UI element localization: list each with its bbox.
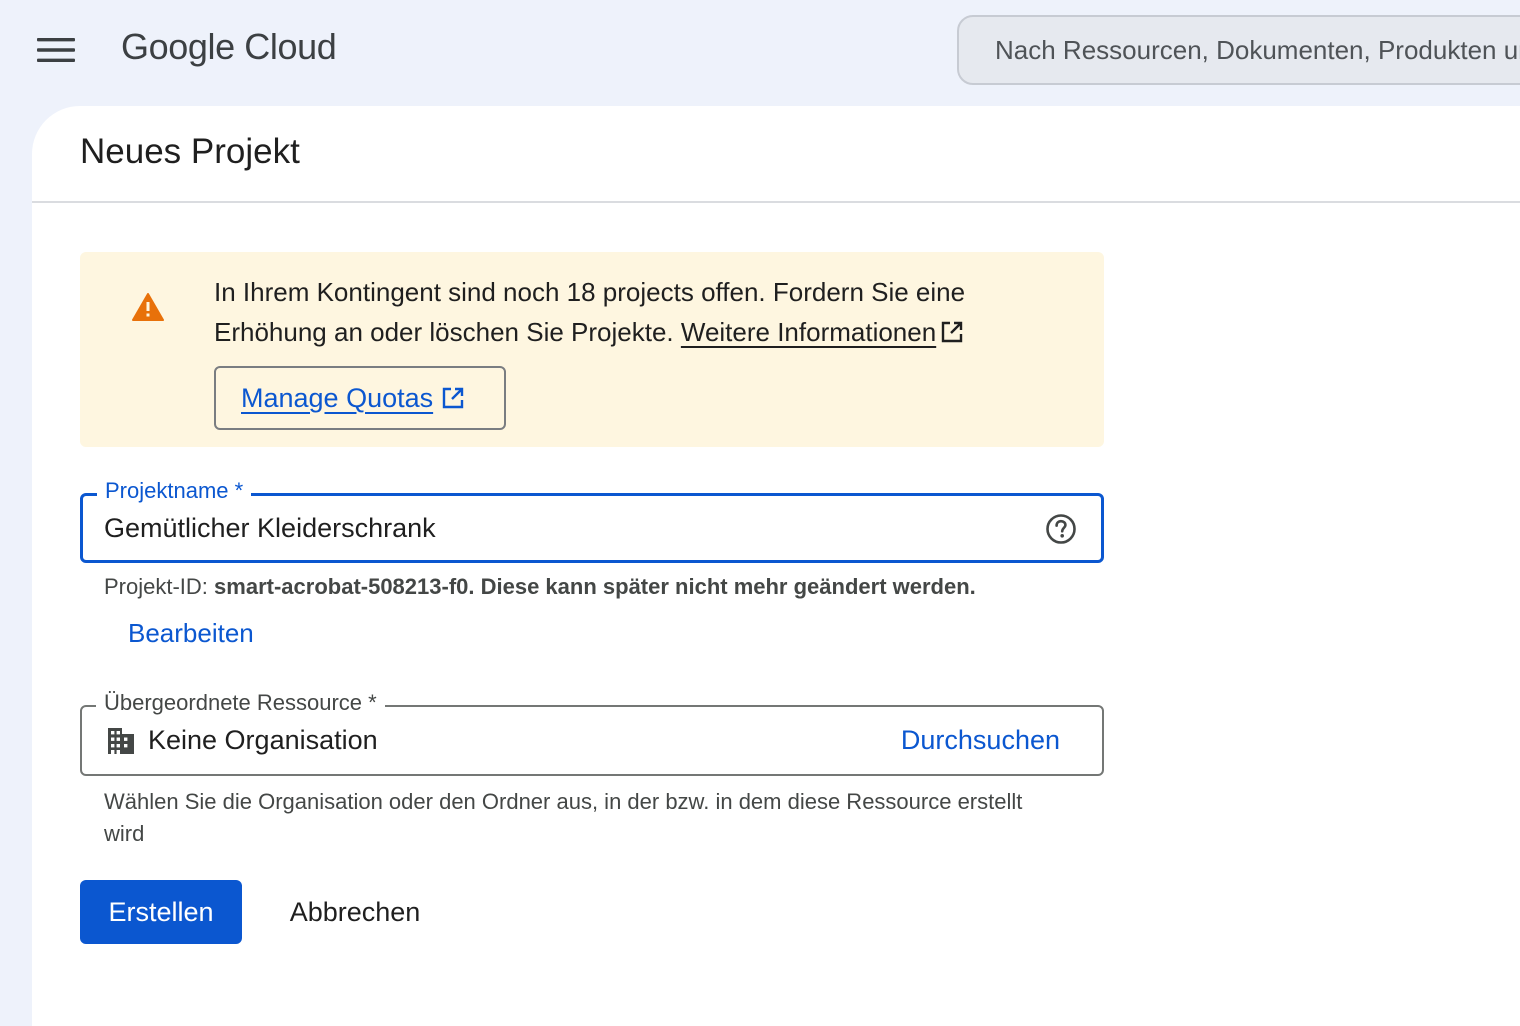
project-id-value: smart-acrobat-508213-f0. Diese kann spät… — [214, 574, 976, 599]
card-header: Neues Projekt — [32, 106, 1520, 203]
top-bar: Google Cloud — [0, 0, 1520, 104]
parent-resource-hint: Wählen Sie die Organisation oder den Ord… — [104, 789, 1023, 846]
manage-quotas-label: Manage Quotas — [241, 382, 434, 413]
manage-quotas-button[interactable]: Manage Quotas — [214, 366, 506, 430]
parent-resource-label: Übergeordnete Ressource * — [96, 690, 385, 716]
new-project-card: Neues Projekt In Ihrem Kontingent sind n… — [32, 106, 1520, 1026]
search-input[interactable] — [995, 34, 1520, 66]
project-name-input[interactable] — [104, 510, 1004, 546]
quota-warning-banner: In Ihrem Kontingent sind noch 18 project… — [80, 252, 1104, 447]
external-link-icon — [942, 321, 963, 343]
organization-building-icon — [108, 728, 134, 754]
external-link-icon — [442, 387, 464, 409]
warning-message: In Ihrem Kontingent sind noch 18 project… — [214, 272, 1074, 352]
google-cloud-logo[interactable]: Google Cloud — [121, 26, 337, 68]
warning-triangle-icon — [132, 293, 164, 321]
project-id-prefix: Projekt-ID: — [104, 574, 208, 599]
browse-button[interactable]: Durchsuchen — [901, 725, 1060, 756]
project-name-field[interactable]: Projektname * — [80, 478, 1104, 563]
project-name-label: Projektname * — [97, 478, 252, 504]
hamburger-menu-icon[interactable] — [28, 28, 84, 72]
more-info-link[interactable]: Weitere Informationen — [681, 317, 936, 347]
cancel-button[interactable]: Abbrechen — [262, 880, 448, 944]
project-id-info: Projekt-ID: smart-acrobat-508213-f0. Die… — [104, 574, 976, 600]
create-button[interactable]: Erstellen — [80, 880, 242, 944]
edit-project-id-link[interactable]: Bearbeiten — [128, 618, 254, 649]
search-bar[interactable] — [957, 15, 1520, 85]
parent-resource-value: Keine Organisation — [148, 725, 378, 755]
page-title: Neues Projekt — [80, 132, 300, 171]
help-circle-icon[interactable] — [1045, 513, 1077, 545]
parent-resource-field[interactable]: Übergeordnete Ressource * Keine Organisa… — [80, 690, 1104, 776]
